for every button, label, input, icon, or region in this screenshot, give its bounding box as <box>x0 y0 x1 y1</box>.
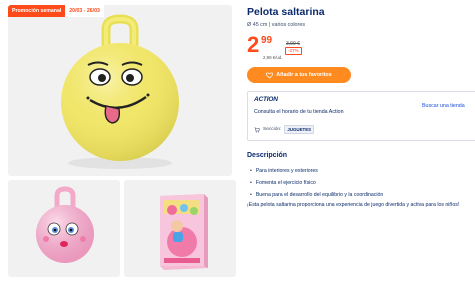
list-item: Fomenta el ejercicio físico <box>250 177 383 189</box>
description-title: Descripción <box>247 152 288 159</box>
heart-icon <box>266 72 274 78</box>
store-hours-text: Consulta el horario de tu tienda Action <box>254 109 344 115</box>
cart-icon <box>254 126 260 132</box>
price-cents: 99 <box>261 35 273 46</box>
discount-badge: -27% <box>285 47 302 55</box>
section-label: Sección: <box>263 127 282 132</box>
product-main-image[interactable]: Promoción semanal 20/03 - 26/03 <box>8 5 232 176</box>
list-item: Buena para el desarrollo del equilibrio … <box>250 189 383 201</box>
thumbnail-pink-ball[interactable] <box>8 180 120 277</box>
action-logo: ACTION <box>254 96 278 103</box>
promo-label: Promoción semanal <box>8 5 66 17</box>
add-to-favorites-label: Añadir a tus favoritos <box>276 72 332 78</box>
section-row: Sección: JUGUETES <box>254 125 315 134</box>
list-item: Para interiores y exteriores <box>250 165 383 177</box>
description-bullets: Para interiores y exteriores Fomenta el … <box>250 165 383 201</box>
product-subtitle: Ø 45 cm | varios colores <box>247 22 306 28</box>
unit-price: 2,99 €/ud. <box>263 55 283 60</box>
store-panel: ACTION Consulta el horario de tu tienda … <box>247 91 475 141</box>
promo-dates: 20/03 - 26/03 <box>65 5 104 17</box>
yellow-ball-image <box>8 5 232 176</box>
price-integer: 2 <box>247 32 259 57</box>
find-store-link[interactable]: Buscar una tienda <box>422 103 465 109</box>
add-to-favorites-button[interactable]: Añadir a tus favoritos <box>247 67 351 83</box>
pink-ball-image <box>8 180 120 277</box>
description-text: ¡Esta pelota saltarina proporciona una e… <box>247 202 460 208</box>
promo-banner: Promoción semanal 20/03 - 26/03 <box>8 5 104 17</box>
product-title: Pelota saltarina <box>247 6 325 18</box>
thumbnail-box[interactable] <box>124 180 236 277</box>
product-box-image <box>124 180 236 277</box>
section-badge[interactable]: JUGUETES <box>284 125 315 134</box>
